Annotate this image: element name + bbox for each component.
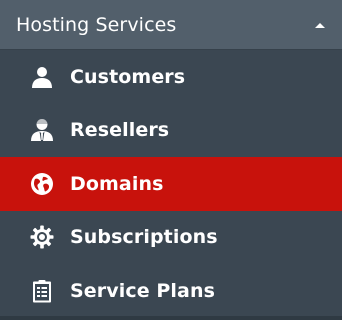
- menu-item-label: Subscriptions: [70, 226, 218, 249]
- caret-up-icon[interactable]: [312, 17, 328, 33]
- menu-item-label: Service Plans: [70, 279, 215, 302]
- menu-item-customers[interactable]: Customers: [0, 50, 342, 104]
- menu-list: Customers Resellers Domains Subscription…: [0, 50, 342, 318]
- menu-item-label: Resellers: [70, 119, 170, 142]
- divider: [0, 316, 342, 320]
- reseller-icon: [29, 117, 55, 143]
- menu-item-label: Customers: [70, 65, 186, 88]
- gear-icon: [29, 224, 55, 250]
- clipboard-icon: [29, 278, 55, 304]
- sidebar-nav: Hosting Services Customers Resellers Dom…: [0, 0, 342, 320]
- menu-item-subscriptions[interactable]: Subscriptions: [0, 211, 342, 265]
- section-header-hosting-services[interactable]: Hosting Services: [0, 0, 342, 50]
- menu-item-service-plans[interactable]: Service Plans: [0, 264, 342, 318]
- menu-item-label: Domains: [70, 172, 164, 195]
- globe-icon: [29, 171, 55, 197]
- menu-item-resellers[interactable]: Resellers: [0, 104, 342, 158]
- menu-item-domains[interactable]: Domains: [0, 157, 342, 211]
- user-icon: [29, 64, 55, 90]
- section-title: Hosting Services: [16, 13, 177, 36]
